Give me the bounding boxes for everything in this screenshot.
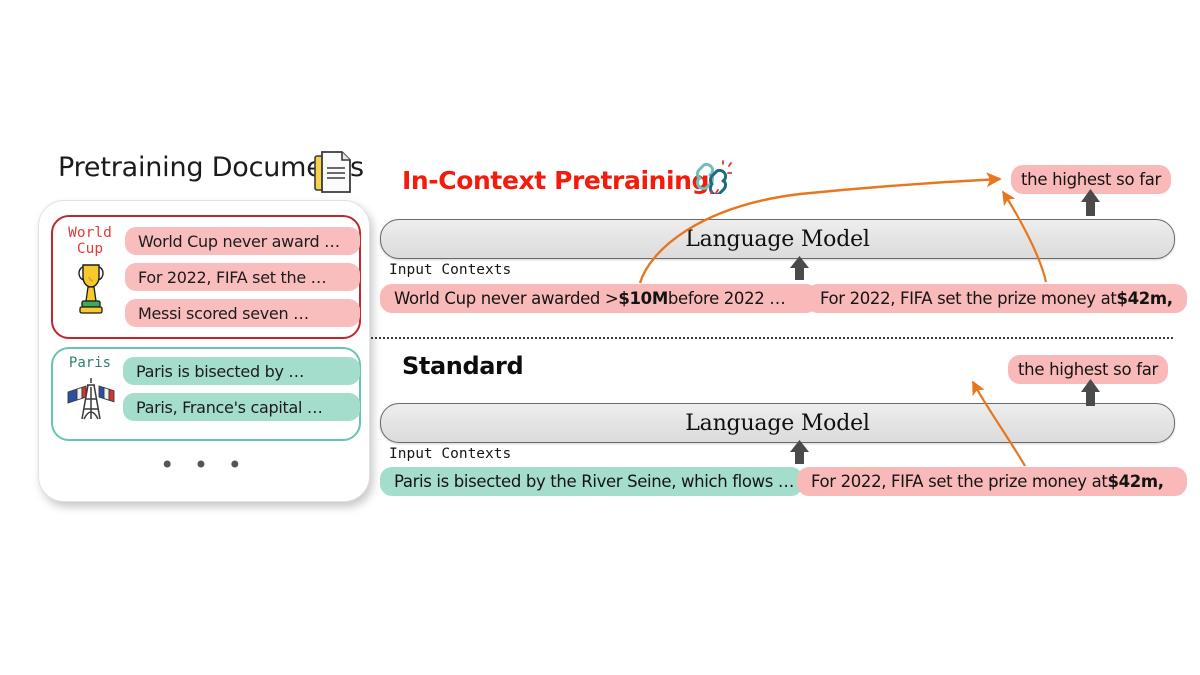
context-chip-standard-right: For 2022, FIFA set the prize money at $4… xyxy=(797,467,1187,496)
document-chip: World Cup never award … xyxy=(125,227,360,255)
document-chip: Paris is bisected by … xyxy=(123,357,360,385)
document-group-paris: Paris Paris is bisected by … Paris, Fran… xyxy=(51,347,361,441)
model-output-standard: the highest so far xyxy=(1008,355,1168,384)
input-contexts-label-icp: Input Contexts xyxy=(389,262,512,278)
document-chip: Messi scored seven … xyxy=(125,299,360,327)
context-text: For 2022, FIFA set the prize money at xyxy=(811,472,1108,491)
context-chip-icp-left: World Cup never awarded > $10M before 20… xyxy=(380,284,818,313)
context-text: World Cup never awarded > xyxy=(394,289,619,308)
context-text-suffix: before 2022 … xyxy=(667,289,786,308)
documents-icon xyxy=(314,151,351,193)
eiffel-tower-emoji xyxy=(67,378,115,420)
context-text: For 2022, FIFA set the prize money at xyxy=(820,289,1117,308)
diagram-canvas: Pretraining Documents World Cup World Cu… xyxy=(0,0,1200,675)
standard-panel-title: Standard xyxy=(402,352,524,380)
document-chip: For 2022, FIFA set the … xyxy=(125,263,360,291)
language-model-box-icp: Language Model xyxy=(380,219,1175,259)
pretraining-documents-card: World Cup World Cup never award … For 20… xyxy=(38,200,370,502)
section-divider xyxy=(371,337,1173,339)
context-bold: $10M xyxy=(618,289,668,308)
more-documents-indicator: • • • xyxy=(160,451,248,479)
icp-input-arrow xyxy=(790,256,809,280)
link-emoji xyxy=(695,160,732,194)
group-label-paris: Paris xyxy=(68,355,112,371)
document-chip: Paris, France's capital … xyxy=(123,393,360,421)
document-group-world-cup: World Cup World Cup never award … For 20… xyxy=(51,215,361,339)
icp-panel-title: In-Context Pretraining xyxy=(402,166,710,195)
context-chip-icp-right: For 2022, FIFA set the prize money at $4… xyxy=(806,284,1187,313)
input-contexts-label-standard: Input Contexts xyxy=(389,446,512,462)
context-bold: $42m, xyxy=(1107,472,1164,491)
context-chip-standard-left: Paris is bisected by the River Seine, wh… xyxy=(380,467,803,496)
standard-input-arrow xyxy=(790,440,809,464)
group-label-world-cup: World Cup xyxy=(68,225,112,257)
context-bold: $42m, xyxy=(1116,289,1173,308)
language-model-box-standard: Language Model xyxy=(380,403,1175,443)
model-output-icp: the highest so far xyxy=(1011,165,1171,194)
trophy-emoji xyxy=(78,264,104,314)
context-text: Paris is bisected by the River Seine, wh… xyxy=(394,472,795,491)
